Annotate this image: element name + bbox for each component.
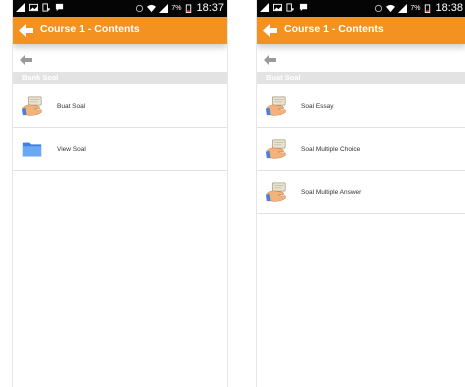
teaching-hand-icon <box>265 138 287 160</box>
nav-back-icon[interactable] <box>20 55 32 65</box>
status-time: 18:38 <box>435 2 463 14</box>
chat-icon <box>299 3 308 12</box>
status-bar: 7% 18:37 <box>13 0 227 17</box>
status-time: 18:37 <box>196 2 224 14</box>
screen-bank-soal: 7% 18:37 Course 1 - Contents Bank Soal B… <box>12 0 228 387</box>
battery-percent: 7% <box>171 5 182 12</box>
list-item-view-soal[interactable]: View Soal <box>13 128 227 171</box>
page-title: Course 1 - Contents <box>284 23 384 35</box>
back-arrow-icon[interactable] <box>18 23 34 38</box>
signal-icon <box>16 3 25 12</box>
battery-percent: 7% <box>410 5 421 12</box>
list-item-soal-essay[interactable]: Soal Essay <box>257 85 465 128</box>
list-item-soal-multiple-choice[interactable]: Soal Multiple Choice <box>257 128 465 171</box>
teaching-hand-icon <box>265 95 287 117</box>
teaching-hand-icon <box>21 95 43 117</box>
screen-buat-soal: 7% 18:38 Course 1 - Contents Buat Soal S… <box>256 0 465 387</box>
section-header: Buat Soal <box>257 72 465 84</box>
list-item-label: View Soal <box>57 145 86 153</box>
list-item-label: Soal Essay <box>301 102 334 110</box>
download-icon <box>42 3 51 12</box>
battery-icon <box>425 4 431 13</box>
page-title: Course 1 - Contents <box>40 23 140 35</box>
top-bar: Course 1 - Contents <box>13 17 227 44</box>
list-item-label: Soal Multiple Choice <box>301 145 361 153</box>
battery-icon <box>186 4 192 13</box>
folder-icon <box>21 138 43 160</box>
download-icon <box>286 3 295 12</box>
chat-icon <box>55 3 64 12</box>
signal-icon <box>260 3 269 12</box>
image-icon <box>273 3 282 12</box>
image-icon <box>29 3 38 12</box>
list-item-label: Soal Multiple Answer <box>301 188 362 196</box>
nfc-icon <box>375 4 383 13</box>
back-arrow-icon[interactable] <box>262 23 278 38</box>
nav-back-icon[interactable] <box>264 55 276 65</box>
list-item-soal-multiple-answer[interactable]: Soal Multiple Answer <box>257 171 465 214</box>
section-header: Bank Soal <box>13 72 227 84</box>
wifi-icon <box>386 4 396 13</box>
list-item-buat-soal[interactable]: Buat Soal <box>13 85 227 128</box>
list-item-label: Buat Soal <box>57 102 86 110</box>
status-bar: 7% 18:38 <box>257 0 465 17</box>
wifi-icon <box>147 4 157 13</box>
cell-signal-icon <box>398 4 408 13</box>
cell-signal-icon <box>159 4 169 13</box>
teaching-hand-icon <box>265 181 287 203</box>
nfc-icon <box>136 4 144 13</box>
top-bar: Course 1 - Contents <box>257 17 465 44</box>
